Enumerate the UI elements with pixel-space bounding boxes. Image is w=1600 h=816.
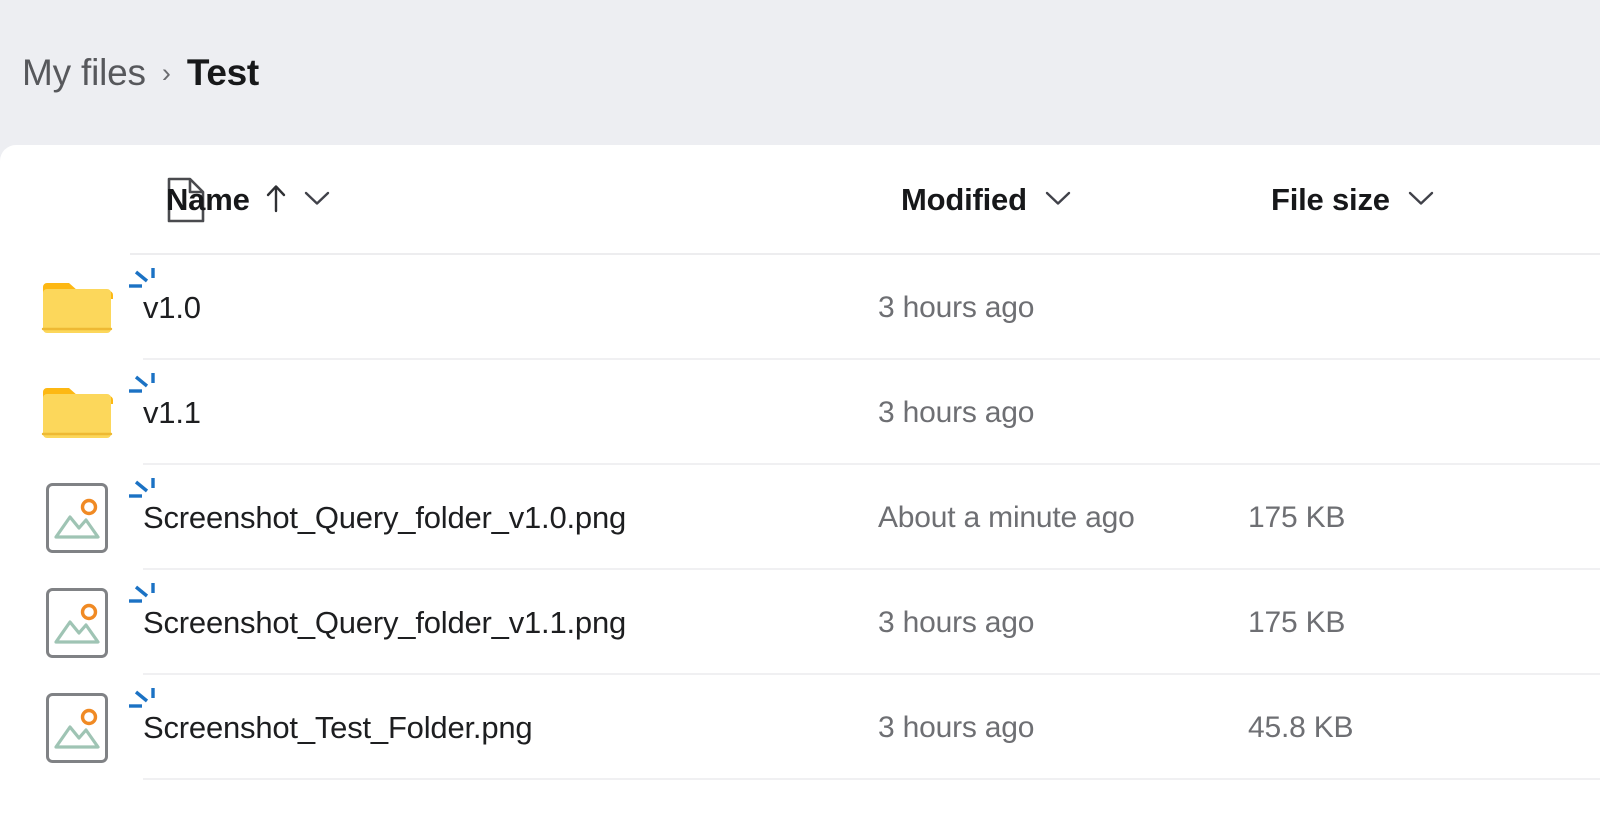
column-header-name-label: Name xyxy=(166,182,250,217)
column-header-file-size-label: File size xyxy=(1271,182,1390,217)
file-name-label: Screenshot_Query_folder_v1.1.png xyxy=(143,604,627,640)
modified-label: 3 hours ago xyxy=(878,605,1035,639)
chevron-down-icon-modified-column[interactable] xyxy=(1043,188,1073,213)
modified-label: 3 hours ago xyxy=(878,710,1035,744)
modified-label: 3 hours ago xyxy=(878,290,1035,324)
breadcrumb: My files › Test xyxy=(22,54,259,91)
row-modified-cell: 3 hours ago xyxy=(878,711,1248,745)
row-modified-cell: About a minute ago xyxy=(878,501,1248,535)
table-row[interactable]: Screenshot_Query_folder_v1.0.png About a… xyxy=(0,465,1600,570)
row-name-cell[interactable]: Screenshot_Test_Folder.png xyxy=(129,687,878,746)
file-size-label: 175 KB xyxy=(1248,500,1346,534)
row-name-cell[interactable]: Screenshot_Query_folder_v1.1.png xyxy=(129,582,878,641)
folder-icon xyxy=(41,385,113,441)
row-name-cell[interactable]: Screenshot_Query_folder_v1.0.png xyxy=(129,477,878,536)
file-name-label: Screenshot_Query_folder_v1.0.png xyxy=(143,499,627,535)
column-header-modified[interactable]: Modified xyxy=(901,182,1271,218)
table-row[interactable]: v1.1 3 hours ago xyxy=(0,360,1600,465)
breadcrumb-bar: My files › Test xyxy=(0,0,1600,145)
row-modified-cell: 3 hours ago xyxy=(878,396,1248,430)
column-header-name[interactable]: Name xyxy=(166,182,901,219)
file-name-label: Screenshot_Test_Folder.png xyxy=(143,709,533,745)
table-row[interactable]: Screenshot_Test_Folder.png 3 hours ago 4… xyxy=(0,675,1600,780)
row-name-cell[interactable]: v1.0 xyxy=(129,267,878,326)
row-modified-cell: 3 hours ago xyxy=(878,291,1248,325)
table-row[interactable]: v1.0 3 hours ago xyxy=(0,255,1600,360)
file-list-card: Name Modified File size v1.0 3 hours ago… xyxy=(0,145,1600,816)
breadcrumb-item-my-files[interactable]: My files xyxy=(22,54,146,91)
image-file-icon xyxy=(45,692,109,764)
column-header-modified-label: Modified xyxy=(901,182,1027,217)
file-size-label: 175 KB xyxy=(1248,605,1346,639)
file-name-label: v1.0 xyxy=(143,289,201,325)
breadcrumb-item-test[interactable]: Test xyxy=(187,54,259,91)
file-list-header-row: Name Modified File size xyxy=(0,145,1600,255)
row-icon-cell xyxy=(0,587,143,659)
sort-ascending-icon[interactable] xyxy=(264,182,288,219)
file-size-label: 45.8 KB xyxy=(1248,710,1354,744)
row-name-cell[interactable]: v1.1 xyxy=(129,372,878,431)
row-icon-cell xyxy=(0,385,143,441)
row-file-size-cell: 175 KB xyxy=(1248,501,1600,535)
folder-icon xyxy=(41,280,113,336)
image-file-icon xyxy=(45,587,109,659)
modified-label: About a minute ago xyxy=(878,500,1135,534)
row-file-size-cell: 175 KB xyxy=(1248,606,1600,640)
chevron-down-icon-file-size-column[interactable] xyxy=(1406,188,1436,213)
row-modified-cell: 3 hours ago xyxy=(878,606,1248,640)
table-row[interactable]: Screenshot_Query_folder_v1.1.png 3 hours… xyxy=(0,570,1600,675)
column-header-file-size[interactable]: File size xyxy=(1271,182,1600,218)
chevron-down-icon-name-column[interactable] xyxy=(302,188,332,213)
row-icon-cell xyxy=(0,692,143,764)
image-file-icon xyxy=(45,482,109,554)
column-header-file-type[interactable] xyxy=(0,176,205,224)
row-icon-cell xyxy=(0,482,143,554)
row-icon-cell xyxy=(0,280,143,336)
modified-label: 3 hours ago xyxy=(878,395,1035,429)
breadcrumb-separator-icon: › xyxy=(161,58,171,88)
file-name-label: v1.1 xyxy=(143,394,201,430)
row-file-size-cell: 45.8 KB xyxy=(1248,711,1600,745)
